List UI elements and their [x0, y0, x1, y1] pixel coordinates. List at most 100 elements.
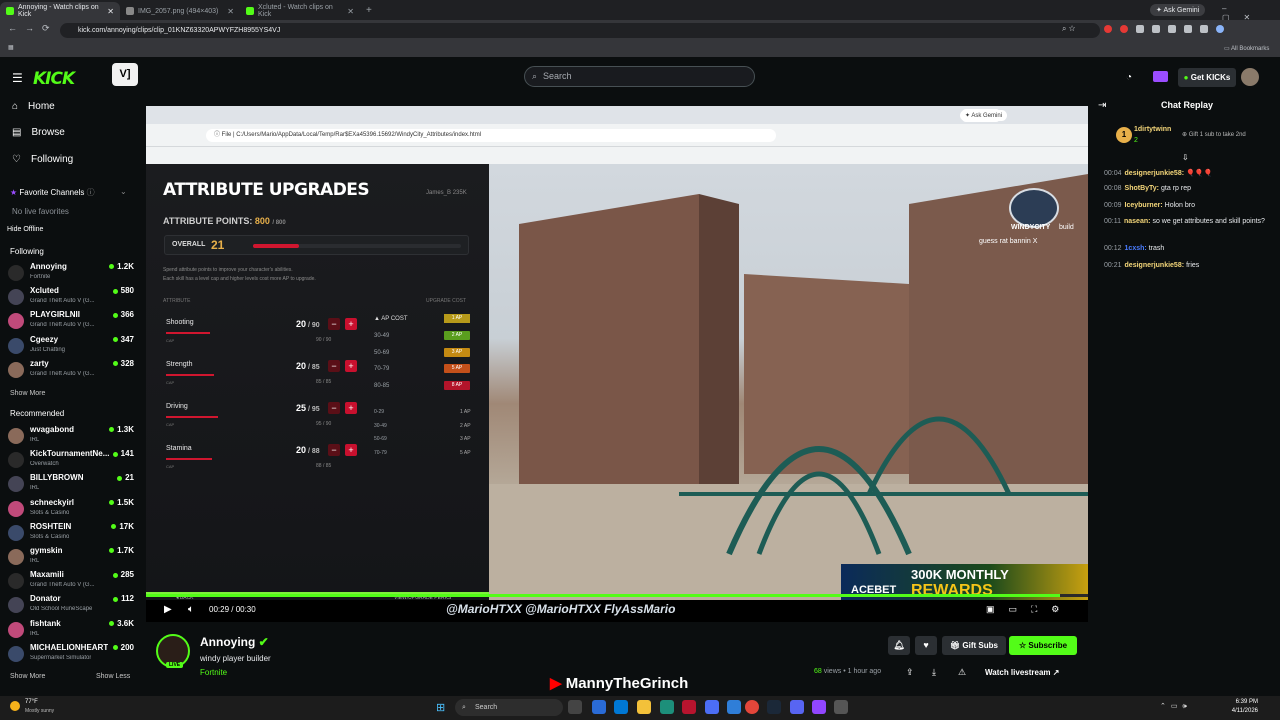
kicks-wallet-icon[interactable] [1153, 71, 1168, 82]
extension-icon[interactable] [1168, 25, 1176, 33]
chat-username[interactable]: Iceyburner: [1125, 202, 1163, 209]
player-right-controls[interactable]: ▣▭⛶⚙ [986, 604, 1073, 615]
scroll-down-icon[interactable]: ⇩ [1182, 153, 1189, 162]
hamburger-menu-icon[interactable]: ☰ [12, 71, 23, 85]
nav-arrows-icon[interactable]: ←→⟳ [8, 23, 58, 34]
windows-start-icon[interactable]: ⊞ [436, 701, 445, 714]
channel-row[interactable]: KickTournamentNe... Overwatch 141 [8, 449, 134, 473]
all-bookmarks-link[interactable]: ▭ All Bookmarks [1224, 45, 1269, 52]
volume-icon[interactable]: 🔈︎ [188, 604, 194, 615]
channel-row[interactable]: zarty Grand Theft Auto V (G... 328 [8, 359, 134, 383]
app-icon[interactable] [727, 700, 741, 714]
new-tab-icon[interactable]: + [366, 5, 372, 16]
clock-date[interactable]: 4/11/2026 [1222, 708, 1258, 714]
channel-row[interactable]: ROSHTEIN Slots & Casino 17K [8, 522, 134, 546]
channel-row[interactable]: BILLYBROWN IRL 21 [8, 473, 134, 497]
category-link[interactable]: Fortnite [200, 668, 227, 677]
gift-subs-button[interactable]: 🎁︎ Gift Subs [942, 636, 1006, 655]
channel-row[interactable]: MICHAELIONHEART Supermarket Simulator 200 [8, 643, 134, 667]
chat-username[interactable]: nasean: [1124, 218, 1150, 225]
close-icon[interactable]: ✕ [227, 7, 234, 16]
chat-username[interactable]: designerjunkie58: [1125, 170, 1185, 177]
copilot-icon[interactable] [592, 700, 606, 714]
channel-row[interactable]: Cgeezy Just Chatting 347 [8, 335, 134, 359]
discord-icon[interactable] [790, 700, 804, 714]
channel-row[interactable]: Xcluted Grand Theft Auto V (G... 580 [8, 286, 134, 310]
zoom-icon[interactable]: ⌕ ☆ [1062, 24, 1075, 34]
extension-icon[interactable] [1120, 25, 1128, 33]
favorite-channels-header[interactable]: ★ Favorite Channels ⓘ ⌄ [10, 187, 127, 198]
apps-grid-icon[interactable]: ▦ [8, 44, 14, 51]
steam-icon[interactable] [767, 700, 781, 714]
subscribe-button[interactable]: ☆ Subscribe [1009, 636, 1077, 655]
watch-livestream-link[interactable]: Watch livestream ↗ [985, 668, 1059, 677]
notifications-icon[interactable]: ◔ [1126, 72, 1132, 83]
extension-icon[interactable] [1184, 25, 1192, 33]
extensions-area[interactable] [1104, 25, 1264, 35]
get-kicks-button[interactable]: ● Get KICKs [1178, 68, 1236, 87]
hide-offline-button[interactable]: Hide Offline [7, 226, 43, 233]
channel-row[interactable]: schneckyirl Slots & Casino 1.5K [8, 498, 134, 522]
channel-row[interactable]: Annoying Fortnite 1.2K [8, 262, 134, 286]
report-icon[interactable]: ⚠ [958, 667, 966, 678]
streamer-name[interactable]: Annoying ✔ [200, 635, 269, 649]
app-icon[interactable] [705, 700, 719, 714]
channel-row[interactable]: gymskin IRL 1.7K [8, 546, 134, 570]
browser-tab[interactable]: Xcluted - Watch clips on Kick ✕ [240, 2, 360, 20]
channel-row[interactable]: Maxamili Grand Theft Auto V (G... 285 [8, 570, 134, 594]
sidebar-item-home[interactable]: ⌂ Home [12, 101, 55, 112]
pinned-user[interactable]: 1dirtytwinn [1134, 126, 1171, 133]
chrome-icon[interactable] [745, 700, 759, 714]
show-less-button[interactable]: Show Less [96, 673, 130, 680]
url-field[interactable]: kick.com/annoying/clips/clip_01KNZ63320A… [60, 23, 1100, 38]
close-icon[interactable]: ✕ [347, 7, 354, 16]
show-more-following-button[interactable]: Show More [10, 390, 45, 397]
channel-row[interactable]: wvagabond IRL 1.3K [8, 425, 134, 449]
play-icon[interactable]: ▶ [164, 604, 172, 615]
browser-tab[interactable]: Annoying - Watch clips on Kick ✕ [0, 2, 120, 20]
share-icon[interactable]: ⇪ [906, 667, 914, 678]
chevron-down-icon[interactable]: ⌄ [120, 187, 127, 196]
follow-button[interactable]: ♥ [915, 636, 937, 655]
seek-bar-track[interactable] [146, 594, 1088, 597]
app-icon[interactable] [812, 700, 826, 714]
chat-username[interactable]: 1cxsh: [1125, 245, 1147, 252]
sidebar-item-following[interactable]: ♡ Following [12, 154, 73, 165]
extension-icon[interactable] [1104, 25, 1112, 33]
chat-username[interactable]: ShotByTy: [1125, 185, 1159, 192]
extension-icon[interactable] [1152, 25, 1160, 33]
video-player[interactable]: ✦ Ask Gemini ⓘ File | C:/Users/Mario/App… [146, 106, 1088, 622]
app-icon[interactable] [834, 700, 848, 714]
profile-avatar-icon[interactable] [1216, 25, 1224, 33]
extension-icon[interactable] [1200, 25, 1208, 33]
download-icon[interactable]: ⤓ [932, 667, 936, 678]
system-tray-icons[interactable]: ⌃▭🕪︎ [1160, 702, 1192, 711]
notification-bell-button[interactable]: 🔔︎ [888, 636, 910, 655]
edge-icon[interactable] [660, 700, 674, 714]
show-more-recommended-button[interactable]: Show More [10, 673, 45, 680]
user-avatar[interactable] [1241, 68, 1259, 86]
weather-icon[interactable] [10, 701, 20, 711]
channel-row[interactable]: PLAYGIRLNII Grand Theft Auto V (G... 366 [8, 310, 134, 334]
clock-time[interactable]: 6:39 PM [1228, 699, 1258, 705]
app-icon[interactable] [682, 700, 696, 714]
search-input[interactable]: ⌕ Search [524, 66, 755, 87]
extension-icon[interactable] [1136, 25, 1144, 33]
close-icon[interactable]: ✕ [107, 7, 114, 16]
channel-row[interactable]: fishtank IRL 3.6K [8, 619, 134, 643]
file-explorer-icon[interactable] [637, 700, 651, 714]
ask-gemini-button[interactable]: ✦ Ask Gemini [1150, 4, 1206, 16]
taskbar-search[interactable]: ⌕ Search [455, 699, 563, 716]
browser-tab[interactable]: IMG_2057.png (494×403) ✕ [120, 2, 240, 20]
pinned-gift-prompt[interactable]: ⊕ Gift 1 sub to take 2nd [1182, 131, 1246, 138]
cap-label: CAP [166, 380, 175, 385]
channel-badge-icon[interactable]: V] [112, 63, 138, 86]
kick-logo[interactable]: KICK [33, 69, 75, 89]
chat-username[interactable]: designerjunkie58: [1125, 262, 1185, 269]
store-icon[interactable] [614, 700, 628, 714]
sidebar-item-browse[interactable]: ▤ Browse [12, 127, 65, 138]
task-view-icon[interactable] [568, 700, 582, 714]
channel-category: Grand Theft Auto V (G... [30, 582, 95, 589]
channel-name: gymskin [30, 546, 63, 555]
channel-row[interactable]: Donator Old School RuneScape 112 [8, 594, 134, 618]
